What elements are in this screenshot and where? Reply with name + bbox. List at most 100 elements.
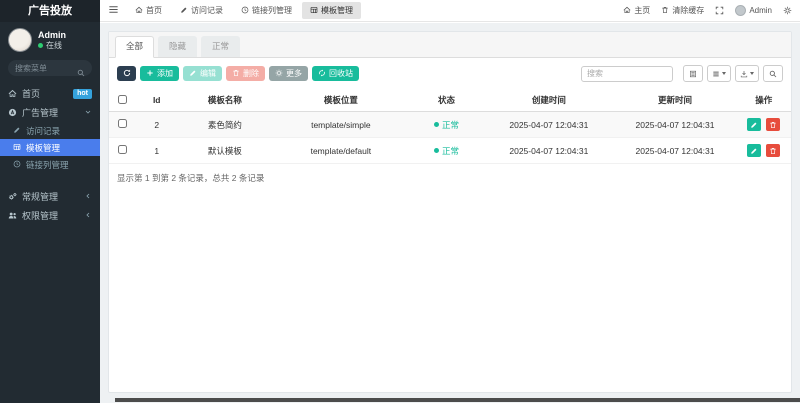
table-icon xyxy=(13,143,21,153)
toolbar-right xyxy=(581,65,783,82)
toggle-view-button[interactable] xyxy=(683,65,703,82)
row-delete-button[interactable] xyxy=(766,118,780,131)
status-badge: 正常 xyxy=(434,119,459,131)
export-dropdown-button[interactable] xyxy=(735,65,759,82)
sidebar-menu: 首页 hot 广告管理 访问记录 模板管理 链接列管理 常规管理 权限管 xyxy=(0,84,100,225)
delete-label: 删除 xyxy=(243,68,259,79)
edit-button[interactable]: 编辑 xyxy=(183,66,222,81)
refresh-button[interactable] xyxy=(117,66,136,81)
fullscreen-icon[interactable] xyxy=(715,6,724,15)
col-updated: 更新时间 xyxy=(614,89,737,112)
sidebar-item-label: 首页 xyxy=(22,87,68,100)
row-checkbox[interactable] xyxy=(118,145,127,154)
download-icon xyxy=(740,66,748,81)
user-panel: Admin 在线 xyxy=(0,22,100,56)
trash-icon xyxy=(769,143,777,158)
sidebar-item-label: 模板管理 xyxy=(26,142,92,154)
status-dot-icon xyxy=(434,122,439,127)
homepage-link[interactable]: 主页 xyxy=(623,5,650,16)
cell-id: 2 xyxy=(136,112,177,138)
cell-updated: 2025-04-07 12:04:31 xyxy=(614,138,737,164)
user-status-label: 在线 xyxy=(46,41,62,51)
advanced-search-button[interactable] xyxy=(763,65,783,82)
sidebar-item-visit-records[interactable]: 访问记录 xyxy=(0,122,100,139)
table-search-input[interactable] xyxy=(581,66,673,82)
more-button[interactable]: 更多 xyxy=(269,66,308,81)
status-badge: 正常 xyxy=(434,145,459,157)
tab-hidden[interactable]: 隐藏 xyxy=(158,36,197,57)
cell-template-name: 默认模板 xyxy=(177,138,272,164)
edit-label: 编辑 xyxy=(200,68,216,79)
tab-link-column-management[interactable]: 链接列管理 xyxy=(233,2,300,19)
tab-all[interactable]: 全部 xyxy=(115,36,154,58)
caret-down-icon xyxy=(750,72,754,75)
sidebar-item-ad-management[interactable]: 广告管理 xyxy=(0,103,100,122)
table-toolbar: 添加 编辑 删除 更多 回收站 xyxy=(109,58,791,89)
col-id: Id xyxy=(136,89,177,112)
trash-icon xyxy=(769,117,777,132)
select-all-checkbox[interactable] xyxy=(118,95,127,104)
sidebar-item-home[interactable]: 首页 hot xyxy=(0,84,100,103)
cell-created: 2025-04-07 12:04:31 xyxy=(484,138,614,164)
add-button[interactable]: 添加 xyxy=(140,66,179,81)
tab-normal[interactable]: 正常 xyxy=(201,36,240,57)
topbar: 首页 访问记录 链接列管理 模板管理 主页 清除缓存 Admin xyxy=(100,0,800,22)
recycle-bin-button[interactable]: 回收站 xyxy=(312,66,359,81)
chevron-down-icon xyxy=(84,108,92,118)
col-status: 状态 xyxy=(409,89,484,112)
hamburger-icon[interactable] xyxy=(108,4,119,17)
cell-template-path: template/simple xyxy=(273,112,409,138)
sidebar-item-general-management[interactable]: 常规管理 xyxy=(0,187,100,206)
table-icon xyxy=(310,6,318,16)
columns-icon xyxy=(712,66,720,81)
sidebar-item-label: 广告管理 xyxy=(22,106,79,119)
homepage-label: 主页 xyxy=(634,5,650,16)
ad-icon xyxy=(8,108,17,117)
delete-button[interactable]: 删除 xyxy=(226,66,265,81)
cell-id: 1 xyxy=(136,138,177,164)
row-edit-button[interactable] xyxy=(747,144,761,157)
tab-label: 模板管理 xyxy=(321,5,353,16)
row-edit-button[interactable] xyxy=(747,118,761,131)
cell-created: 2025-04-07 12:04:31 xyxy=(484,112,614,138)
sidebar-item-label: 权限管理 xyxy=(22,209,79,222)
avatar xyxy=(8,28,32,52)
bottom-bar xyxy=(115,398,800,402)
gear-icon[interactable] xyxy=(783,6,792,15)
columns-dropdown-button[interactable] xyxy=(707,65,731,82)
row-delete-button[interactable] xyxy=(766,144,780,157)
tab-label: 链接列管理 xyxy=(252,5,292,16)
clear-cache-link[interactable]: 清除缓存 xyxy=(661,5,704,16)
sidebar-item-template-management[interactable]: 模板管理 xyxy=(0,139,100,156)
tab-home[interactable]: 首页 xyxy=(127,2,170,19)
user-menu[interactable]: Admin xyxy=(735,5,772,16)
sidebar-item-link-column-management[interactable]: 链接列管理 xyxy=(0,156,100,173)
avatar xyxy=(735,5,746,16)
sidebar-search-input[interactable] xyxy=(15,64,74,73)
row-checkbox[interactable] xyxy=(118,119,127,128)
sidebar-search xyxy=(8,60,92,76)
more-label: 更多 xyxy=(286,68,302,79)
table-row[interactable]: 2 素色简约 template/simple 正常 2025-04-07 12:… xyxy=(109,112,791,138)
tab-label: 访问记录 xyxy=(191,5,223,16)
table-row[interactable]: 1 默认模板 template/default 正常 2025-04-07 12… xyxy=(109,138,791,164)
user-status: 在线 xyxy=(38,41,66,51)
pencil-icon xyxy=(750,117,758,132)
clear-cache-label: 清除缓存 xyxy=(672,5,704,16)
sidebar-item-auth-management[interactable]: 权限管理 xyxy=(0,206,100,225)
list-icon xyxy=(689,66,697,81)
templates-table: Id 模板名称 模板位置 状态 创建时间 更新时间 操作 2 素色简约 tem xyxy=(109,89,791,164)
home-icon xyxy=(135,6,143,16)
tab-visit-records[interactable]: 访问记录 xyxy=(172,2,231,19)
tab-label: 首页 xyxy=(146,5,162,16)
content-area: 全部 隐藏 正常 添加 编辑 删除 更多 xyxy=(100,23,800,403)
table-header-row: Id 模板名称 模板位置 状态 创建时间 更新时间 操作 xyxy=(109,89,791,112)
pencil-icon xyxy=(180,6,188,16)
tab-template-management[interactable]: 模板管理 xyxy=(302,2,361,19)
status-filter-tabs: 全部 隐藏 正常 xyxy=(109,32,791,58)
chevron-left-icon xyxy=(84,211,92,221)
topbar-right: 主页 清除缓存 Admin xyxy=(623,5,792,16)
plus-icon xyxy=(146,69,154,79)
col-operations: 操作 xyxy=(736,89,791,112)
pagination-info: 显示第 1 到第 2 条记录，总共 2 条记录 xyxy=(109,164,791,192)
